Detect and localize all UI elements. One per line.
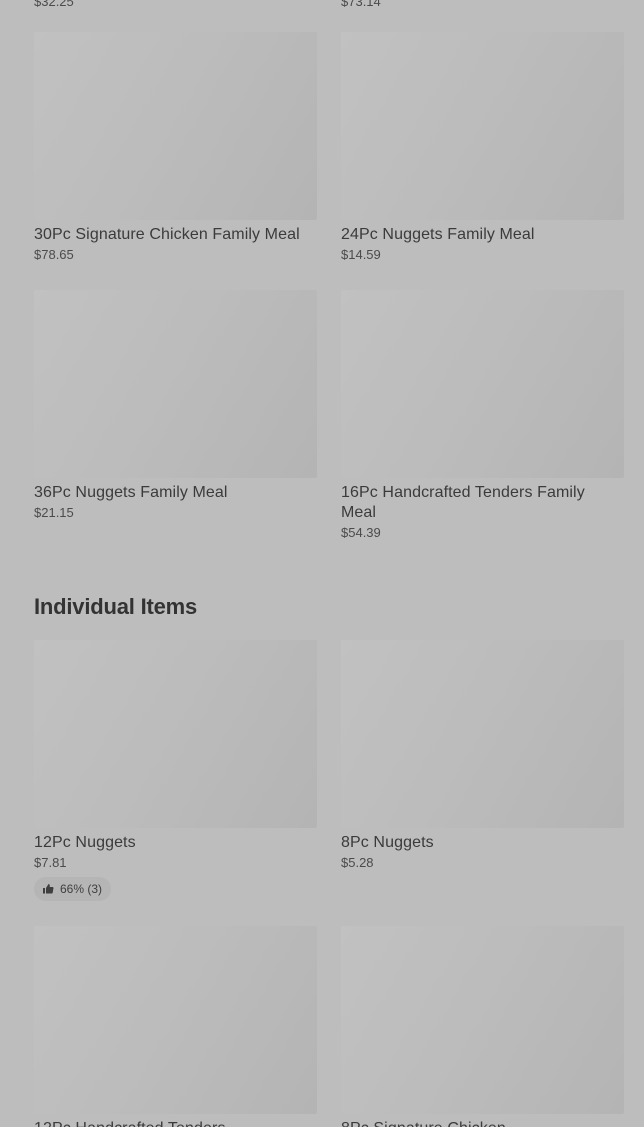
menu-item-image	[341, 640, 624, 828]
menu-item-image	[34, 640, 317, 828]
menu-page: $32.25 $73.14 30Pc Signature Chicken Fam…	[0, 0, 644, 1127]
menu-item-card[interactable]: 30Pc Signature Chicken Family Meal $78.6…	[34, 32, 317, 263]
menu-item-image	[34, 32, 317, 220]
menu-item-card[interactable]: 8Pc Signature Chicken	[341, 926, 624, 1127]
menu-item-card[interactable]: 12Pc Handcrafted Tenders	[34, 926, 317, 1127]
menu-item-title: 12Pc Nuggets	[34, 834, 136, 851]
menu-item-price: $5.28	[341, 855, 374, 870]
menu-item-title: 12Pc Handcrafted Tenders	[34, 1119, 317, 1127]
menu-item-title: 24Pc Nuggets Family Meal	[341, 226, 535, 243]
menu-item-price: $21.15	[34, 505, 74, 520]
menu-item-card[interactable]: 12Pc Nuggets $7.81 66% (3)	[34, 640, 317, 901]
menu-item-image	[34, 926, 317, 1114]
menu-item-title: 8Pc Signature Chicken	[341, 1119, 624, 1127]
menu-item-price: $54.39	[341, 525, 381, 540]
menu-item-image	[34, 290, 317, 478]
menu-item-card[interactable]: 36Pc Nuggets Family Meal $21.15	[34, 290, 317, 521]
menu-item-card[interactable]: 24Pc Nuggets Family Meal $14.59	[341, 32, 624, 263]
thumbs-up-icon	[42, 883, 54, 895]
menu-item-image	[341, 926, 624, 1114]
top-partial-price-left: $32.25	[34, 0, 74, 9]
section-heading-individual-items: Individual Items	[34, 594, 198, 619]
menu-item-price: $78.65	[34, 247, 74, 262]
menu-item-price: $14.59	[341, 247, 381, 262]
top-partial-price-right: $73.14	[341, 0, 381, 9]
menu-item-title: 30Pc Signature Chicken Family Meal	[34, 226, 300, 243]
menu-item-image	[341, 290, 624, 478]
rating-text: 66% (3)	[60, 882, 103, 896]
rating-badge: 66% (3)	[34, 877, 112, 901]
menu-item-card[interactable]: 16Pc Handcrafted Tenders Family Meal $54…	[341, 290, 624, 541]
menu-item-price: $7.81	[34, 855, 67, 870]
menu-item-title: 36Pc Nuggets Family Meal	[34, 484, 228, 501]
menu-item-title: 8Pc Nuggets	[341, 834, 434, 851]
menu-item-image	[341, 32, 624, 220]
menu-item-title: 16Pc Handcrafted Tenders Family Meal	[341, 484, 585, 521]
menu-item-card[interactable]: 8Pc Nuggets $5.28	[341, 640, 624, 871]
